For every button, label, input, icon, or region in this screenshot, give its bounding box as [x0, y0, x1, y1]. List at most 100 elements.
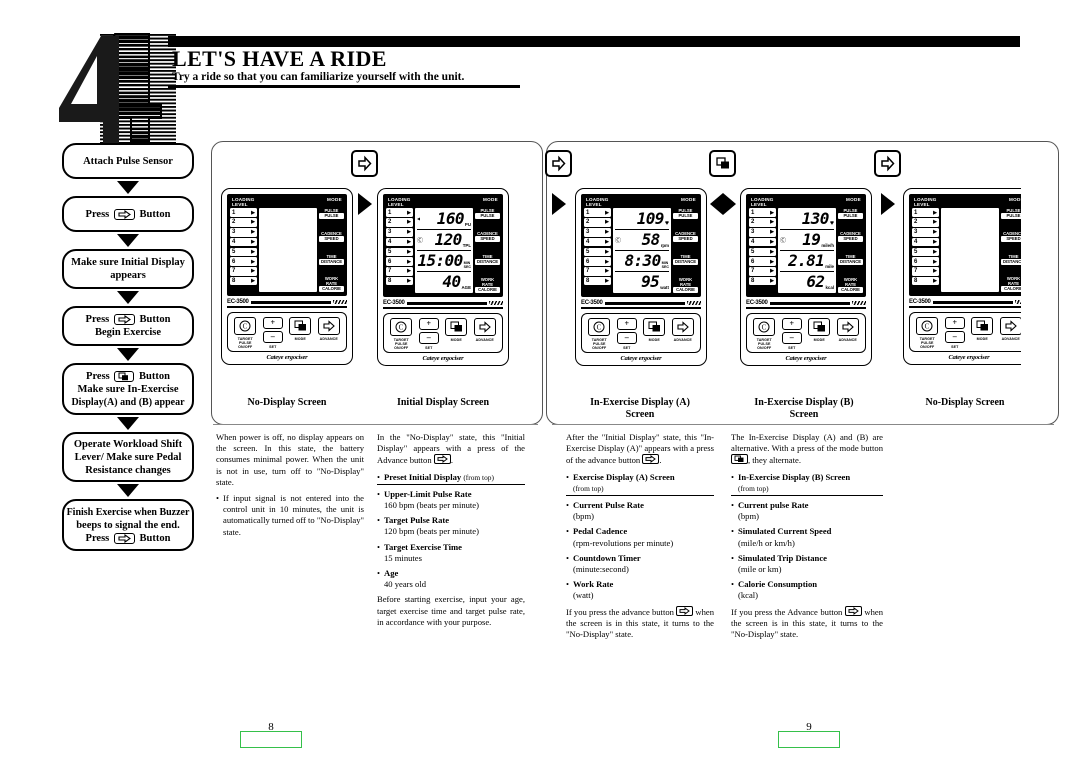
mode-icon[interactable] [643, 318, 666, 336]
mode-time-distance[interactable]: TIMEDISTANCE [673, 254, 698, 266]
level-item[interactable]: 4 ▶ [584, 237, 611, 247]
level-item[interactable]: 4 ▶ [230, 237, 257, 247]
minus-button[interactable]: – [944, 331, 965, 343]
advance-icon[interactable] [671, 318, 694, 336]
level-item[interactable]: 6 ▶ [749, 257, 776, 266]
target-pulse-button-cell[interactable]: C TARGET PULSE ON/OFF [390, 318, 413, 350]
target-pulse-icon[interactable]: C [916, 317, 939, 335]
set-button-cell[interactable]: + – SET [781, 318, 802, 350]
minus-button[interactable]: – [616, 332, 637, 344]
level-item[interactable]: 4 ▶ [749, 237, 776, 247]
plus-button[interactable]: + [418, 318, 439, 330]
level-item[interactable]: 2 ▶ [386, 218, 413, 227]
level-item[interactable]: 6 ▶ [912, 257, 939, 266]
plus-button[interactable]: + [944, 317, 965, 329]
advance-button-cell[interactable]: ADVANCE [836, 318, 859, 342]
level-item[interactable]: 7 ▶ [230, 267, 257, 276]
mode-time-distance[interactable]: TIMEDISTANCE [1001, 254, 1021, 265]
advance-button-cell[interactable]: ADVANCE [671, 318, 694, 342]
plus-button[interactable]: + [262, 317, 283, 329]
level-item[interactable]: 3 ▶ [386, 227, 413, 237]
mode-pulse[interactable]: PULSE PULSE [673, 208, 698, 220]
mode-button-cell[interactable]: MODE [445, 318, 468, 342]
advance-button-cell[interactable]: ADVANCE [317, 317, 340, 341]
level-item[interactable]: 8 ▶ [230, 276, 257, 286]
plus-button[interactable]: + [781, 318, 802, 330]
mode-time-distance[interactable]: TIMEDISTANCE [838, 254, 863, 266]
level-item[interactable]: 2 ▶ [584, 218, 611, 227]
level-item[interactable]: 3 ▶ [230, 227, 257, 237]
mode-work-rate-calorie[interactable]: WORK RATECALORIE [1001, 276, 1021, 293]
advance-button-cell[interactable]: ADVANCE [473, 318, 496, 342]
minus-button[interactable]: – [262, 331, 283, 343]
mode-cadence-speed[interactable]: CADENCESPEED [1001, 231, 1021, 243]
mode-pulse[interactable]: PULSE PULSE [1001, 208, 1021, 220]
level-item[interactable]: 1 ▶ [912, 208, 939, 217]
level-item[interactable]: 7 ▶ [749, 267, 776, 276]
target-pulse-icon[interactable]: C [390, 318, 413, 336]
advance-button-cell[interactable]: ADVANCE [999, 317, 1021, 341]
mode-work-rate-calorie[interactable]: WORK RATECALORIE [673, 277, 698, 294]
level-item[interactable]: 2 ▶ [230, 218, 257, 227]
target-pulse-button-cell[interactable]: C TARGET PULSE ON/OFF [588, 318, 611, 350]
set-button-cell[interactable]: + – SET [262, 317, 283, 349]
level-item[interactable]: 6 ▶ [230, 257, 257, 266]
level-item[interactable]: 5 ▶ [584, 247, 611, 257]
level-item[interactable]: 2 ▶ [912, 218, 939, 227]
level-item[interactable]: 8 ▶ [912, 276, 939, 286]
level-item[interactable]: 6 ▶ [386, 257, 413, 266]
target-pulse-icon[interactable]: C [234, 317, 257, 335]
mode-icon[interactable] [808, 318, 831, 336]
advance-icon[interactable] [473, 318, 496, 336]
level-item[interactable]: 4 ▶ [912, 237, 939, 247]
mode-cadence-speed[interactable]: CADENCESPEED [673, 231, 698, 243]
level-item[interactable]: 7 ▶ [912, 267, 939, 276]
target-pulse-button-cell[interactable]: C TARGET PULSE ON/OFF [753, 318, 776, 350]
level-item[interactable]: 1 ▶ [386, 208, 413, 217]
level-item[interactable]: 5 ▶ [386, 247, 413, 257]
mode-pulse[interactable]: PULSE PULSE [838, 208, 863, 220]
level-item[interactable]: 2 ▶ [749, 218, 776, 227]
mode-button-cell[interactable]: MODE [289, 317, 312, 341]
minus-button[interactable]: – [781, 332, 802, 344]
mode-button-cell[interactable]: MODE [971, 317, 994, 341]
mode-pulse[interactable]: PULSE PULSE [319, 208, 344, 220]
minus-button[interactable]: – [418, 332, 439, 344]
level-item[interactable]: 5 ▶ [749, 247, 776, 257]
level-item[interactable]: 8 ▶ [386, 276, 413, 286]
level-item[interactable]: 5 ▶ [912, 247, 939, 257]
mode-cadence-speed[interactable]: CADENCE SPEED [319, 231, 344, 243]
mode-time-distance[interactable]: TIME DISTANCE [319, 254, 344, 265]
mode-icon[interactable] [289, 317, 312, 335]
level-item[interactable]: 5 ▶ [230, 247, 257, 257]
level-item[interactable]: 7 ▶ [584, 267, 611, 276]
mode-work-rate-calorie[interactable]: WORK RATE CALORIE [319, 276, 344, 293]
level-item[interactable]: 6 ▶ [584, 257, 611, 266]
mode-icon[interactable] [445, 318, 468, 336]
mode-button-cell[interactable]: MODE [808, 318, 831, 342]
mode-button-cell[interactable]: MODE [643, 318, 666, 342]
set-button-cell[interactable]: + – SET [418, 318, 439, 350]
mode-cadence-speed[interactable]: CADENCESPEED [475, 231, 500, 243]
mode-icon[interactable] [971, 317, 994, 335]
level-item[interactable]: 1 ▶ [749, 208, 776, 217]
level-item[interactable]: 3 ▶ [912, 227, 939, 237]
advance-icon[interactable] [836, 318, 859, 336]
mode-pulse[interactable]: PULSE PULSE [475, 208, 500, 220]
set-button-cell[interactable]: + – SET [944, 317, 965, 349]
level-item[interactable]: 3 ▶ [749, 227, 776, 237]
level-item[interactable]: 1 ▶ [584, 208, 611, 217]
level-item[interactable]: 7 ▶ [386, 267, 413, 276]
target-pulse-icon[interactable]: C [753, 318, 776, 336]
level-item[interactable]: 1 ▶ [230, 208, 257, 217]
advance-icon[interactable] [317, 317, 340, 335]
level-item[interactable]: 8 ▶ [584, 276, 611, 286]
level-item[interactable]: 8 ▶ [749, 276, 776, 286]
mode-time-distance[interactable]: TIMEDISTANCE [475, 254, 500, 266]
target-pulse-button-cell[interactable]: C TARGET PULSE ON/OFF [916, 317, 939, 349]
plus-button[interactable]: + [616, 318, 637, 330]
target-pulse-icon[interactable]: C [588, 318, 611, 336]
target-pulse-button-cell[interactable]: C TARGET PULSE ON/OFF [234, 317, 257, 349]
mode-work-rate-calorie[interactable]: WORK RATECALORIE [475, 277, 500, 294]
level-item[interactable]: 4 ▶ [386, 237, 413, 247]
